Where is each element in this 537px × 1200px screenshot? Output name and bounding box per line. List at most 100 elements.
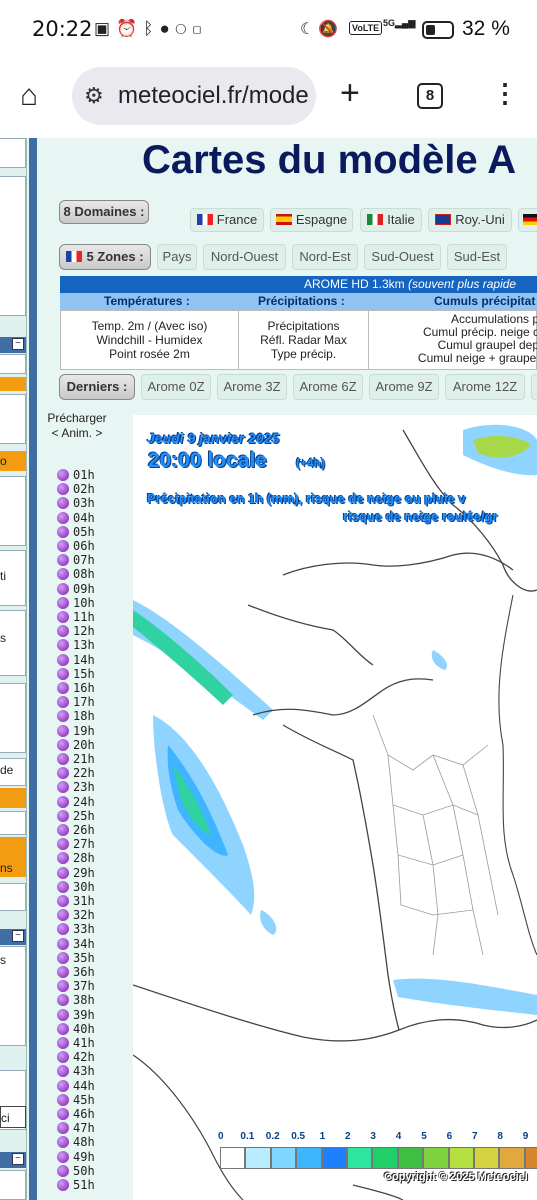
hour-item[interactable]: 08h bbox=[57, 567, 95, 581]
collapse-icon[interactable]: − bbox=[12, 338, 24, 350]
hour-item[interactable]: 46h bbox=[57, 1107, 95, 1121]
hour-item[interactable]: 02h bbox=[57, 482, 95, 496]
hour-item[interactable]: 30h bbox=[57, 880, 95, 894]
new-tab-icon[interactable]: + bbox=[340, 74, 360, 113]
run-arome-3z[interactable]: Arome 3Z bbox=[217, 374, 287, 400]
param-link[interactable]: Type précip. bbox=[239, 347, 368, 361]
hour-item[interactable]: 07h bbox=[57, 553, 95, 567]
hour-item[interactable]: 25h bbox=[57, 809, 95, 823]
param-link[interactable]: Windchill - Humidex bbox=[61, 333, 238, 347]
sidebar-box bbox=[0, 811, 26, 835]
hour-item[interactable]: 03h bbox=[57, 496, 95, 510]
param-link[interactable]: Cumul neige + graupel bbox=[369, 352, 537, 365]
hour-item[interactable]: 21h bbox=[57, 752, 95, 766]
hour-item[interactable]: 34h bbox=[57, 937, 95, 951]
hour-item[interactable]: 15h bbox=[57, 667, 95, 681]
hour-item[interactable]: 11h bbox=[57, 610, 95, 624]
hour-item[interactable]: 35h bbox=[57, 951, 95, 965]
mute-icon: 🔕 bbox=[318, 21, 343, 38]
hour-item[interactable]: 47h bbox=[57, 1121, 95, 1135]
hour-item[interactable]: 26h bbox=[57, 823, 95, 837]
hour-item[interactable]: 27h bbox=[57, 837, 95, 851]
derniers-button[interactable]: Derniers : bbox=[59, 374, 135, 400]
hour-item[interactable]: 18h bbox=[57, 709, 95, 723]
hour-item[interactable]: 01h bbox=[57, 468, 95, 482]
hour-item[interactable]: 45h bbox=[57, 1093, 95, 1107]
hour-item[interactable]: 29h bbox=[57, 866, 95, 880]
hour-item[interactable]: 12h bbox=[57, 624, 95, 638]
site-settings-icon[interactable]: ⚙ bbox=[84, 83, 104, 109]
battery-fill bbox=[426, 25, 435, 35]
hour-item[interactable]: 16h bbox=[57, 681, 95, 695]
map-date: Jeudi 9 janvier 2025 bbox=[147, 430, 280, 446]
hour-item[interactable]: 32h bbox=[57, 908, 95, 922]
hour-dot-icon bbox=[57, 838, 69, 851]
param-link[interactable]: Temp. 2m / (Avec iso) bbox=[61, 319, 238, 333]
hour-item[interactable]: 41h bbox=[57, 1036, 95, 1050]
zone-sud-ouest[interactable]: Sud-Ouest bbox=[364, 244, 441, 270]
home-icon[interactable]: ⌂ bbox=[20, 80, 52, 112]
hour-item[interactable]: 20h bbox=[57, 738, 95, 752]
domain-france[interactable]: France bbox=[190, 208, 264, 232]
tab-switcher-button[interactable]: 8 bbox=[417, 83, 443, 109]
run-arome-6z[interactable]: Arome 6Z bbox=[293, 374, 363, 400]
hour-item[interactable]: 49h bbox=[57, 1150, 95, 1164]
collapse-icon[interactable]: − bbox=[12, 930, 24, 942]
hour-item[interactable]: 40h bbox=[57, 1022, 95, 1036]
zone-pays[interactable]: Pays bbox=[157, 244, 197, 270]
param-link[interactable]: Réfl. Radar Max bbox=[239, 333, 368, 347]
hour-label: 22h bbox=[73, 766, 95, 781]
anim-link[interactable]: < Anim. > bbox=[45, 426, 109, 441]
hour-item[interactable]: 19h bbox=[57, 724, 95, 738]
url-text[interactable]: meteociel.fr/mode bbox=[118, 82, 308, 110]
hour-item[interactable]: 10h bbox=[57, 596, 95, 610]
sidebar-input[interactable]: ci bbox=[0, 1106, 26, 1128]
zones-button[interactable]: 5 Zones : bbox=[59, 244, 151, 270]
domain-espagne[interactable]: Espagne bbox=[270, 208, 353, 232]
hour-item[interactable]: 38h bbox=[57, 993, 95, 1007]
hour-item[interactable]: 37h bbox=[57, 979, 95, 993]
address-bar[interactable]: ⚙ meteociel.fr/mode bbox=[72, 67, 316, 125]
hour-item[interactable]: 31h bbox=[57, 894, 95, 908]
hour-item[interactable]: 22h bbox=[57, 766, 95, 780]
forecast-map[interactable] bbox=[133, 415, 537, 1200]
hour-item[interactable]: 24h bbox=[57, 795, 95, 809]
hour-item[interactable]: 05h bbox=[57, 525, 95, 539]
hour-item[interactable]: 43h bbox=[57, 1064, 95, 1078]
param-link[interactable]: Point rosée 2m bbox=[61, 347, 238, 361]
domain-italie[interactable]: Italie bbox=[360, 208, 422, 232]
hour-item[interactable]: 06h bbox=[57, 539, 95, 553]
zone-sud-est[interactable]: Sud-Est bbox=[447, 244, 507, 270]
precip-area bbox=[133, 610, 233, 705]
zone-nord-ouest[interactable]: Nord-Ouest bbox=[203, 244, 286, 270]
hour-item[interactable]: 36h bbox=[57, 965, 95, 979]
coastline bbox=[282, 724, 400, 1031]
hour-item[interactable]: 33h bbox=[57, 922, 95, 936]
hour-item[interactable]: 13h bbox=[57, 638, 95, 652]
domain-next[interactable] bbox=[518, 208, 537, 232]
hour-item[interactable]: 48h bbox=[57, 1135, 95, 1149]
collapse-icon[interactable]: − bbox=[12, 1153, 24, 1165]
hour-item[interactable]: 44h bbox=[57, 1079, 95, 1093]
run-arome-0z[interactable]: Arome 0Z bbox=[141, 374, 211, 400]
hour-item[interactable]: 39h bbox=[57, 1008, 95, 1022]
param-link[interactable]: Précipitations bbox=[239, 319, 368, 333]
run-next[interactable] bbox=[531, 374, 537, 400]
hour-item[interactable]: 17h bbox=[57, 695, 95, 709]
hour-item[interactable]: 28h bbox=[57, 851, 95, 865]
hour-item[interactable]: 04h bbox=[57, 511, 95, 525]
domains-button[interactable]: 8 Domaines : bbox=[59, 200, 149, 224]
domain-roy-uni[interactable]: Roy.-Uni bbox=[428, 208, 512, 232]
hour-item[interactable]: 50h bbox=[57, 1164, 95, 1178]
hour-item[interactable]: 51h bbox=[57, 1178, 95, 1192]
zone-nord-est[interactable]: Nord-Est bbox=[292, 244, 358, 270]
overflow-menu-icon[interactable]: ⋮ bbox=[492, 78, 518, 109]
hour-item[interactable]: 42h bbox=[57, 1050, 95, 1064]
hour-item[interactable]: 14h bbox=[57, 653, 95, 667]
preload-link[interactable]: Précharger bbox=[45, 411, 109, 426]
run-arome-12z[interactable]: Arome 12Z bbox=[445, 374, 525, 400]
hour-item[interactable]: 09h bbox=[57, 582, 95, 596]
hour-label: 29h bbox=[73, 865, 95, 880]
hour-item[interactable]: 23h bbox=[57, 780, 95, 794]
run-arome-9z[interactable]: Arome 9Z bbox=[369, 374, 439, 400]
